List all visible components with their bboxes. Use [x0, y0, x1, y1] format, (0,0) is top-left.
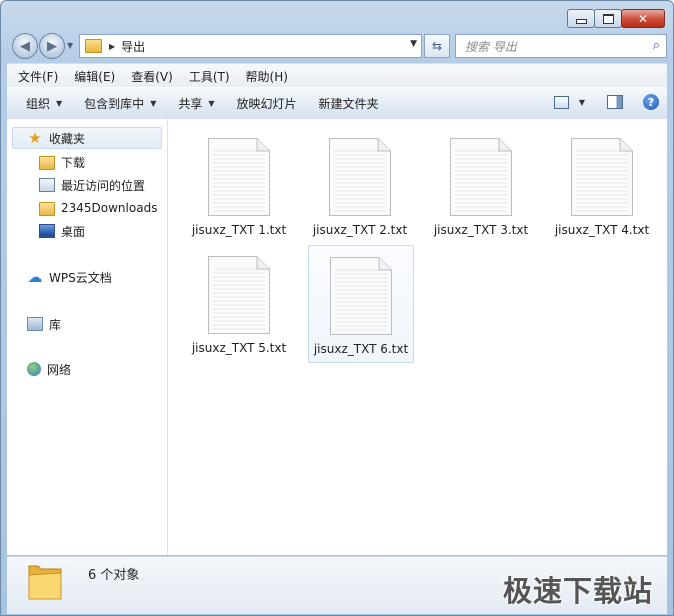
refresh-icon: ⇆	[431, 39, 443, 53]
menu-view[interactable]: 查看(V)	[131, 68, 173, 85]
file-item[interactable]: jisuxz_TXT 3.txt	[429, 127, 533, 243]
text-file-icon	[207, 137, 271, 217]
chevron-down-icon: ▼	[56, 99, 63, 108]
nav-label-downloads: 下载	[61, 155, 86, 170]
minimize-icon	[575, 19, 587, 24]
navigation-pane: ★ 收藏夹 下载 最近访问的位置 2345Downloads 桌面 ☁ WPS云…	[7, 119, 168, 555]
nav-item-library[interactable]: 库	[27, 313, 61, 335]
share-button[interactable]: 共享 ▼	[169, 95, 223, 112]
menu-bar: 文件(F) 编辑(E) 查看(V) 工具(T) 帮助(H)	[7, 63, 667, 88]
nav-label-wps: WPS云文档	[49, 270, 112, 285]
file-name: jisuxz_TXT 5.txt	[191, 341, 287, 355]
explorer-window: ✕ ◀ ▶ ▼ ▶ 导出 ▼ ⇆ 搜索 导出 ⌕ 文件(F) 编辑(E) 查看(…	[0, 0, 674, 616]
close-icon: ✕	[637, 11, 649, 26]
cloud-icon: ☁	[27, 268, 43, 286]
text-file-icon	[207, 255, 271, 335]
organize-label: 组织	[26, 97, 51, 111]
folder-icon	[85, 39, 102, 53]
new-folder-label: 新建文件夹	[318, 97, 379, 111]
text-file-icon	[570, 137, 634, 217]
menu-tools[interactable]: 工具(T)	[189, 68, 230, 85]
network-icon	[27, 362, 41, 376]
share-label: 共享	[178, 97, 203, 111]
file-list: jisuxz_TXT 1.txt jisuxz_TXT 2.txt jisuxz…	[168, 119, 667, 555]
include-library-button[interactable]: 包含到库中 ▼	[75, 95, 165, 112]
content-area: ★ 收藏夹 下载 最近访问的位置 2345Downloads 桌面 ☁ WPS云…	[7, 119, 667, 555]
folder-icon	[28, 565, 62, 600]
arrow-left-icon: ◀	[20, 38, 30, 54]
nav-item-network[interactable]: 网络	[27, 358, 71, 380]
status-bar: 6 个对象 极速下载站	[7, 556, 667, 614]
organize-button[interactable]: 组织 ▼	[17, 95, 71, 112]
new-folder-button[interactable]: 新建文件夹	[310, 95, 388, 112]
file-name: jisuxz_TXT 6.txt	[313, 342, 409, 356]
text-file-icon	[329, 256, 393, 336]
maximize-button[interactable]	[594, 9, 622, 28]
folder-icon	[39, 156, 55, 170]
caption-buttons: ✕	[567, 9, 665, 28]
address-dropdown-icon[interactable]: ▼	[410, 39, 417, 49]
menu-file[interactable]: 文件(F)	[18, 68, 58, 85]
file-name: jisuxz_TXT 2.txt	[312, 223, 408, 237]
chevron-down-icon: ▼	[150, 99, 157, 108]
menu-help[interactable]: 帮助(H)	[246, 68, 288, 85]
nav-label-2345downloads: 2345Downloads	[61, 201, 158, 215]
nav-item-2345downloads[interactable]: 2345Downloads	[39, 197, 157, 219]
recent-pages-dropdown-icon[interactable]: ▼	[67, 41, 73, 50]
file-item[interactable]: jisuxz_TXT 5.txt	[187, 245, 291, 361]
library-icon	[27, 317, 43, 331]
file-name: jisuxz_TXT 3.txt	[433, 223, 529, 237]
minimize-button[interactable]	[567, 9, 595, 28]
file-item[interactable]: jisuxz_TXT 2.txt	[308, 127, 412, 243]
desktop-icon	[39, 224, 55, 238]
recent-places-icon	[39, 178, 55, 192]
nav-item-favorites[interactable]: ★ 收藏夹	[12, 127, 162, 149]
nav-label-recent: 最近访问的位置	[61, 178, 146, 193]
preview-pane-icon[interactable]	[607, 95, 623, 109]
file-item[interactable]: jisuxz_TXT 4.txt	[550, 127, 654, 243]
chevron-down-icon: ▼	[208, 99, 215, 108]
nav-label-desktop: 桌面	[61, 224, 86, 239]
folder-icon	[39, 202, 55, 216]
nav-item-desktop[interactable]: 桌面	[39, 220, 85, 242]
arrow-right-icon: ▶	[47, 38, 57, 54]
text-file-icon	[449, 137, 513, 217]
help-icon[interactable]: ?	[643, 94, 659, 110]
address-bar[interactable]: ▶ 导出 ▼	[79, 34, 422, 58]
file-item[interactable]: jisuxz_TXT 6.txt	[308, 245, 414, 363]
item-count: 6 个对象	[88, 568, 140, 583]
file-name: jisuxz_TXT 4.txt	[554, 223, 650, 237]
file-name: jisuxz_TXT 1.txt	[191, 223, 287, 237]
refresh-button[interactable]: ⇆	[424, 34, 450, 58]
close-button[interactable]: ✕	[621, 9, 665, 28]
toolbar-right: ▼ ?	[553, 94, 659, 110]
address-path[interactable]: 导出	[121, 38, 145, 55]
nav-item-recent[interactable]: 最近访问的位置	[39, 174, 145, 196]
menu-edit[interactable]: 编辑(E)	[74, 68, 115, 85]
nav-item-wps-cloud[interactable]: ☁ WPS云文档	[27, 266, 112, 288]
watermark: 极速下载站	[502, 574, 653, 608]
nav-label-network: 网络	[47, 362, 72, 377]
forward-button[interactable]: ▶	[39, 33, 65, 59]
slideshow-button[interactable]: 放映幻灯片	[228, 95, 306, 112]
search-placeholder: 搜索 导出	[465, 39, 517, 54]
nav-item-downloads[interactable]: 下载	[39, 151, 85, 173]
command-bar: 组织 ▼ 包含到库中 ▼ 共享 ▼ 放映幻灯片 新建文件夹 ▼ ?	[7, 87, 667, 120]
navigation-row: ◀ ▶ ▼ ▶ 导出 ▼ ⇆ 搜索 导出 ⌕	[1, 31, 673, 59]
breadcrumb-chevron-icon[interactable]: ▶	[109, 42, 115, 51]
search-input[interactable]: 搜索 导出 ⌕	[455, 34, 667, 58]
nav-label-favorites: 收藏夹	[49, 131, 86, 146]
text-file-icon	[328, 137, 392, 217]
slideshow-label: 放映幻灯片	[236, 97, 297, 111]
star-icon: ★	[28, 129, 42, 147]
back-button[interactable]: ◀	[12, 33, 38, 59]
view-options-dropdown-icon[interactable]: ▼	[579, 98, 585, 107]
file-item[interactable]: jisuxz_TXT 1.txt	[187, 127, 291, 243]
maximize-icon	[602, 13, 614, 24]
change-view-icon[interactable]	[553, 95, 569, 109]
nav-label-library: 库	[49, 317, 62, 332]
include-library-label: 包含到库中	[84, 97, 145, 111]
search-icon[interactable]: ⌕	[653, 38, 660, 53]
